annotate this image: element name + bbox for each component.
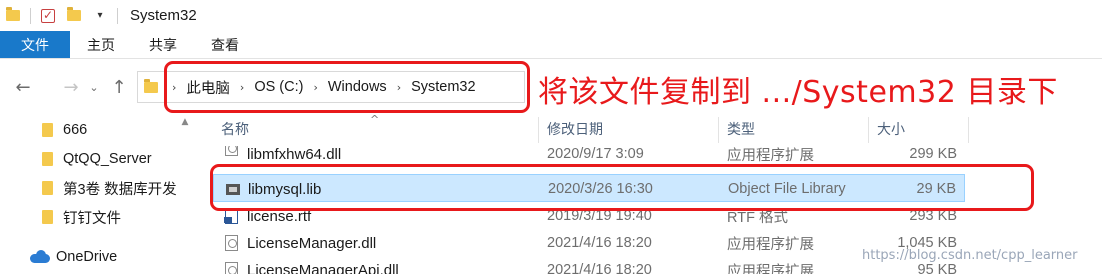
up-arrow-icon[interactable]: ↑ [106,72,132,102]
tab-share[interactable]: 共享 [132,31,194,58]
dll-file-icon [225,235,238,251]
annotation-highlight-box [210,164,1034,211]
sidebar-item-onedrive[interactable]: OneDrive [0,242,178,272]
sidebar-item-label: 第3卷 数据库开发 [63,181,177,198]
sidebar-item-label: 666 [63,122,88,138]
divider [117,7,118,24]
sidebar-item-qtqq-server[interactable]: QtQQ_Server [0,144,178,174]
annotation-highlight-box [164,61,530,113]
quick-access-toolbar: ✓ ▾ [0,0,122,31]
scroll-up-icon[interactable]: ▲ [178,117,192,127]
folder-icon [42,210,53,224]
column-header-name[interactable]: 名称 [213,115,533,143]
navigation-pane: 666 QtQQ_Server 第3卷 数据库开发 钉钉文件 OneDrive [0,115,190,274]
properties-check-icon[interactable]: ✓ [35,0,61,31]
tab-view[interactable]: 查看 [194,31,256,58]
new-folder-icon[interactable] [61,0,87,31]
folder-icon[interactable] [0,0,26,31]
navigation-bar: ← → ⌄ ↑ › 此电脑 › OS (C:) › Windows › Syst… [0,59,1102,115]
customize-toolbar-chevron-icon[interactable]: ▾ [87,0,113,31]
divider [30,7,31,24]
column-header-type[interactable]: 类型 [719,115,869,143]
folder-icon [144,78,158,93]
file-date: 2020/9/17 3:09 [547,146,644,162]
sidebar-item-label: QtQQ_Server [63,151,152,167]
sidebar-item-label: OneDrive [56,249,118,265]
column-divider[interactable] [968,117,969,143]
file-type: 应用程序扩展 [727,147,814,163]
file-type: 应用程序扩展 [727,236,814,253]
sidebar-item-dingtalk-files[interactable]: 钉钉文件 [0,202,178,232]
tab-file[interactable]: 文件 [0,31,70,58]
table-row[interactable]: LicenseManagerApi.dll 2021/4/16 18:20 应用… [213,256,965,274]
folder-icon [42,181,53,195]
window-title: System32 [130,7,197,24]
sidebar-item-label: 钉钉文件 [63,210,121,227]
column-header-row: 名称 修改日期 类型 大小 [213,115,973,143]
column-header-size[interactable]: 大小 [869,115,965,143]
file-name: LicenseManagerApi.dll [247,261,399,274]
table-row[interactable]: libmfxhw64.dll 2020/9/17 3:09 应用程序扩展 299… [213,146,965,162]
folder-icon [42,123,53,137]
folder-icon [42,152,53,166]
forward-arrow-icon[interactable]: → [58,72,84,102]
sidebar-item-666[interactable]: 666 [0,115,178,145]
cloud-icon [30,250,50,263]
title-bar: ✓ ▾ System32 [0,0,1102,31]
column-header-date[interactable]: 修改日期 [539,115,719,143]
sidebar-item-database-dev[interactable]: 第3卷 数据库开发 [0,173,178,203]
dll-file-icon [225,262,238,274]
file-date: 2021/4/16 18:20 [547,262,652,274]
recent-locations-chevron-icon[interactable]: ⌄ [86,72,102,102]
watermark: https://blog.csdn.net/cpp_learner [862,248,1078,263]
annotation-text: 将该文件复制到 .../System32 目录下 [538,75,1058,110]
sidebar-scrollbar[interactable]: ▲ [178,115,192,274]
dll-file-icon [225,146,238,156]
file-size: 299 KB [909,146,957,162]
table-row[interactable]: LicenseManager.dll 2021/4/16 18:20 应用程序扩… [213,229,965,257]
file-name: libmfxhw64.dll [247,146,342,162]
file-date: 2021/4/16 18:20 [547,235,652,251]
file-type: 应用程序扩展 [727,263,814,274]
ribbon-tabs: 文件 主页 共享 查看 [0,31,1102,59]
back-arrow-icon[interactable]: ← [10,72,36,102]
tab-home[interactable]: 主页 [70,31,132,58]
file-name: LicenseManager.dll [247,234,377,252]
